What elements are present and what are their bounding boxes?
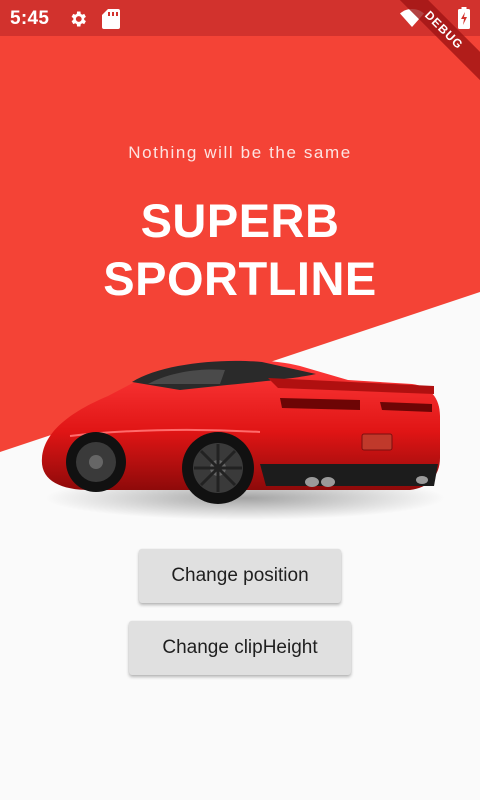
- change-position-button[interactable]: Change position: [139, 549, 341, 603]
- sd-card-icon: [102, 9, 120, 29]
- rear-wheel: [182, 432, 254, 504]
- tagline: Nothing will be the same: [128, 143, 352, 162]
- debug-banner-label: DEBUG: [390, 0, 480, 87]
- headline-line-1: SUPERB: [140, 194, 340, 247]
- change-clip-height-button[interactable]: Change clipHeight: [129, 621, 351, 675]
- headline-line-2: SPORTLINE: [103, 252, 377, 305]
- front-wheel: [66, 432, 126, 492]
- status-time: 5:45: [10, 8, 50, 29]
- gear-icon: [71, 11, 86, 27]
- car-image: [41, 359, 445, 520]
- headline: SUPERB SPORTLINE: [0, 192, 480, 308]
- debug-banner: DEBUG: [390, 0, 480, 90]
